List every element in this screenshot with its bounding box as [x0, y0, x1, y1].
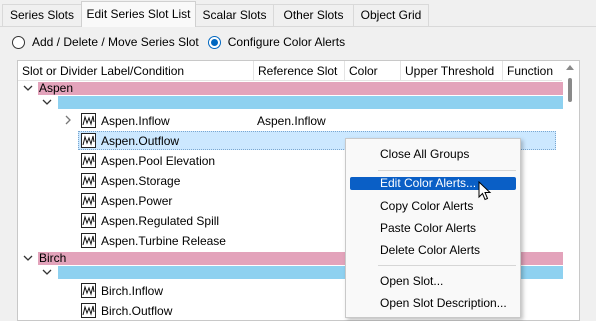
menu-item-open-slot[interactable]: Open Slot... [380, 271, 443, 291]
series-slot-icon [81, 173, 96, 188]
menu-item-delete-color-alerts[interactable]: Delete Color Alerts [380, 240, 480, 260]
column-header-label[interactable]: Slot or Divider Label/Condition [18, 61, 254, 81]
expand-chevron-icon[interactable] [62, 114, 74, 126]
radio-configure-color-alerts[interactable]: Configure Color Alerts [207, 35, 346, 49]
tab-bar: Series Slots Edit Series Slot List Scala… [0, 0, 596, 27]
menu-item-copy-color-alerts[interactable]: Copy Color Alerts [380, 196, 473, 216]
tab-scalar-slots[interactable]: Scalar Slots [195, 4, 274, 26]
slot-label: Aspen.Inflow [101, 114, 170, 128]
collapse-chevron-icon[interactable] [22, 82, 34, 94]
series-slot-icon [81, 283, 96, 298]
slot-label: Birch.Outflow [101, 304, 173, 318]
series-slot-icon [81, 113, 96, 128]
tab-object-grid[interactable]: Object Grid [353, 4, 429, 26]
menu-separator [378, 265, 516, 266]
column-header-function[interactable]: Function [503, 61, 563, 81]
slot-label: Aspen.Storage [101, 174, 181, 188]
radio-add-delete-move-label: Add / Delete / Move Series Slot [32, 35, 199, 49]
mode-radio-group: Add / Delete / Move Series Slot Configur… [12, 34, 354, 50]
group-band-aspen [38, 82, 563, 95]
group-label-aspen: Aspen [39, 81, 74, 95]
slot-label: Aspen.Regulated Spill [101, 214, 220, 228]
menu-item-open-slot-description[interactable]: Open Slot Description... [380, 293, 507, 313]
menu-item-close-all-groups[interactable]: Close All Groups [380, 144, 469, 164]
series-slot-icon [81, 303, 96, 318]
slot-label: Aspen.Turbine Release [101, 234, 226, 248]
subgroup-band-aspen [58, 96, 563, 109]
column-header-reference-slot[interactable]: Reference Slot [254, 61, 345, 81]
series-slot-icon [81, 193, 96, 208]
series-slot-icon [81, 133, 96, 148]
tab-other-slots[interactable]: Other Slots [273, 4, 354, 26]
radio-add-delete-move[interactable]: Add / Delete / Move Series Slot [12, 35, 199, 49]
slot-label: Aspen.Outflow [101, 134, 180, 148]
slot-label: Birch.Inflow [101, 284, 164, 298]
scroll-thumb[interactable] [568, 78, 572, 102]
collapse-chevron-icon[interactable] [22, 252, 34, 264]
series-slot-icon [81, 213, 96, 228]
radio-configure-color-alerts-label: Configure Color Alerts [227, 35, 346, 49]
mouse-pointer-icon [478, 181, 492, 201]
column-header-color[interactable]: Color [345, 61, 401, 81]
menu-separator [378, 170, 516, 171]
menu-item-paste-color-alerts[interactable]: Paste Color Alerts [380, 218, 476, 238]
reference-slot-value: Aspen.Inflow [257, 114, 326, 128]
collapse-chevron-icon[interactable] [41, 96, 53, 108]
column-header-upper-threshold[interactable]: Upper Threshold [401, 61, 503, 81]
tab-series-slots[interactable]: Series Slots [2, 4, 82, 26]
tab-edit-series-slot-list[interactable]: Edit Series Slot List [81, 1, 196, 27]
series-slot-icon [81, 233, 96, 248]
slot-label: Aspen.Pool Elevation [101, 154, 216, 168]
series-slot-icon [81, 153, 96, 168]
collapse-chevron-icon[interactable] [41, 266, 53, 278]
context-menu: Close All Groups Edit Color Alerts... Co… [345, 138, 521, 318]
vertical-scrollbar[interactable] [562, 61, 579, 320]
slot-row[interactable]: Aspen.Inflow Aspen.Inflow [18, 111, 563, 131]
grid-header: Slot or Divider Label/Condition Referenc… [18, 61, 563, 81]
group-label-birch: Birch [39, 251, 67, 265]
scroll-up-arrow-icon[interactable] [566, 65, 574, 70]
radio-configure-color-alerts-indicator[interactable] [207, 35, 221, 49]
slot-label: Aspen.Power [101, 194, 173, 208]
radio-add-delete-move-indicator[interactable] [12, 35, 25, 49]
